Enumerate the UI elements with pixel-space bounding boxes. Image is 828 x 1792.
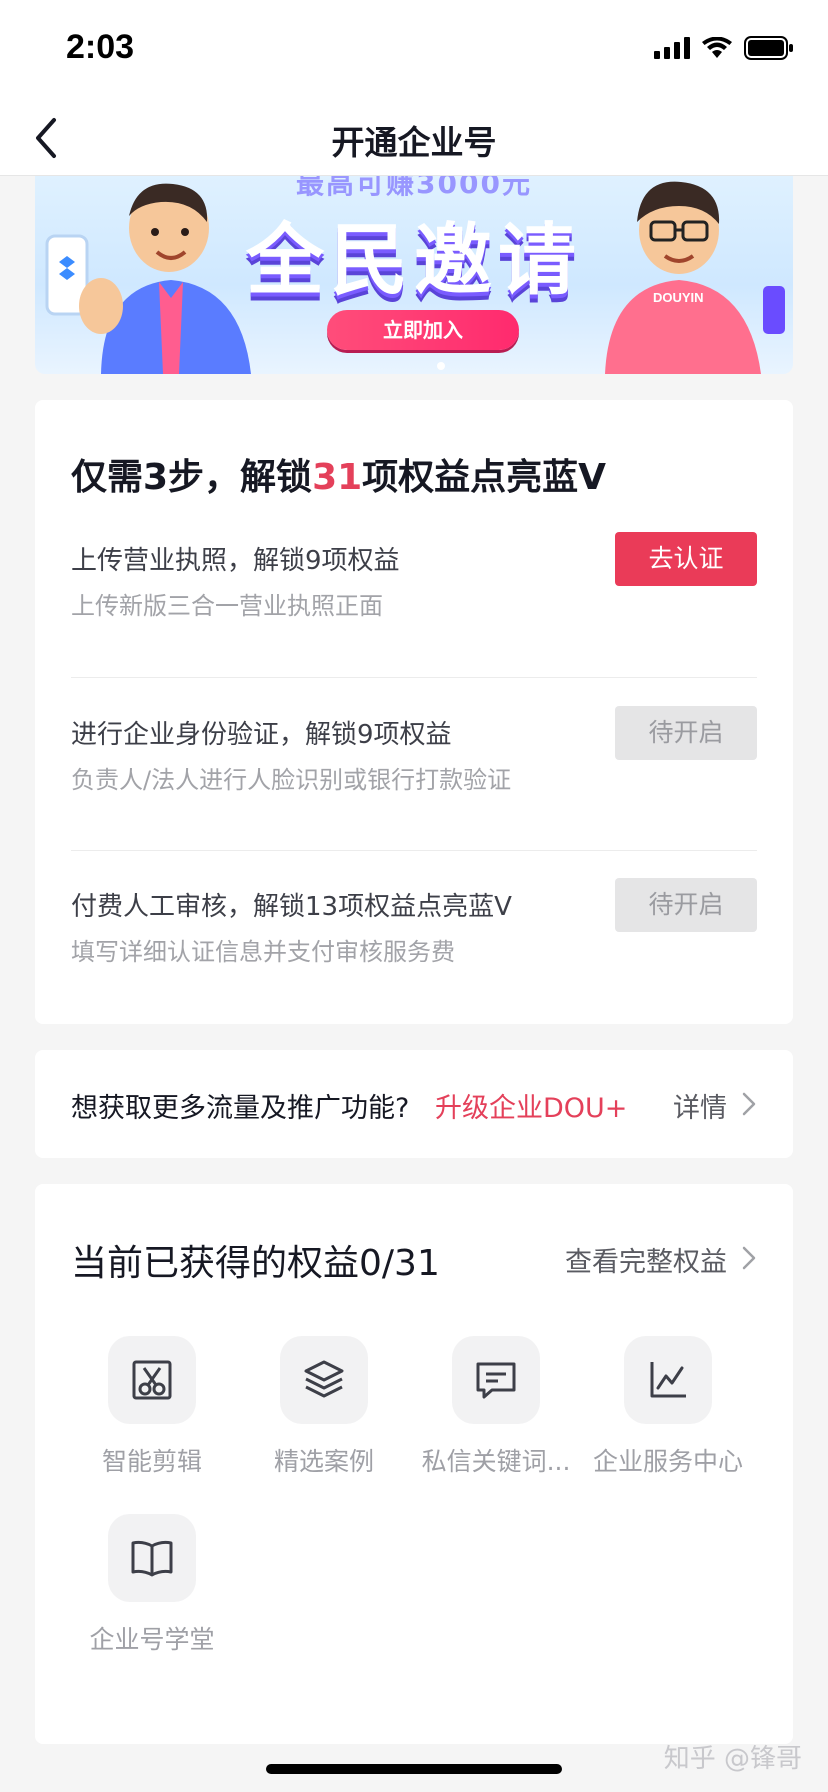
watermark: 知乎 @锋哥: [663, 1744, 802, 1774]
promo-text: 想获取更多流量及推广功能?: [71, 1093, 410, 1124]
promo-detail-link[interactable]: 详情: [673, 1086, 727, 1125]
carousel-dot: [437, 362, 445, 370]
steps-title: 仅需3步，解锁31项权益点亮蓝V: [71, 448, 606, 500]
divider: [71, 850, 757, 851]
step-sub-text: 负责人/法人进行人脸识别或银行打款验证: [71, 766, 512, 794]
banner-brand: DOUYIN: [653, 290, 704, 305]
steps-title-count: 31: [312, 457, 363, 498]
layers-icon: [304, 1360, 344, 1398]
benefits-card: 当前已获得的权益0/31 查看完整权益 智能剪辑 精选案例 私信关键词... 企…: [35, 1184, 793, 1744]
tile-icon-bg: [624, 1336, 712, 1424]
message-icon: [476, 1362, 516, 1399]
tile-icon-bg: [108, 1514, 196, 1602]
chevron-right-icon: [742, 1092, 756, 1116]
steps-title-prefix: 仅需3步，解锁: [71, 457, 313, 498]
nav-bar: 开通企业号: [0, 100, 828, 176]
status-time: 2:03: [66, 28, 135, 66]
battery-icon: [744, 36, 793, 60]
wifi-icon: [702, 37, 732, 58]
tile-label: 精选案例: [273, 1447, 374, 1476]
status-bar: 2:03: [0, 0, 828, 100]
step-sub-text: 填写详细认证信息并支付审核服务费: [71, 938, 455, 966]
chart-icon: [650, 1362, 686, 1398]
tile-label: 私信关键词...: [421, 1447, 571, 1476]
step-main-text: 上传营业执照，解锁9项权益: [71, 546, 400, 576]
benefits-title: 当前已获得的权益0/31: [71, 1243, 440, 1284]
tile-icon-bg: [108, 1336, 196, 1424]
benefit-academy[interactable]: 企业号学堂: [67, 1514, 237, 1656]
page-title: 开通企业号: [331, 123, 497, 162]
cellular-signal-icon: [654, 37, 690, 59]
step-paid-review: 付费人工审核，解锁13项权益点亮蓝V 填写详细认证信息并支付审核服务费 待开启: [71, 878, 757, 1006]
pending-button[interactable]: 待开启: [615, 706, 757, 760]
tile-icon-bg: [280, 1336, 368, 1424]
benefit-service-center[interactable]: 企业服务中心: [583, 1336, 753, 1478]
invite-banner[interactable]: 最高可赚3000元 全民邀请 立即加入 DOUYIN: [35, 176, 793, 374]
book-icon: [131, 1540, 173, 1577]
step-identity-verification: 进行企业身份验证，解锁9项权益 负责人/法人进行人脸识别或银行打款验证 待开启: [71, 706, 757, 834]
step-upload-license: 上传营业执照，解锁9项权益 上传新版三合一营业执照正面 去认证: [71, 532, 757, 660]
verification-steps-card: 仅需3步，解锁31项权益点亮蓝V 上传营业执照，解锁9项权益 上传新版三合一营业…: [35, 400, 793, 1024]
status-icons: [654, 36, 794, 60]
tile-label: 企业服务中心: [592, 1447, 743, 1476]
view-all-benefits-link[interactable]: 查看完整权益: [565, 1240, 727, 1279]
tile-label: 智能剪辑: [101, 1447, 202, 1476]
home-indicator[interactable]: [266, 1764, 562, 1774]
verify-button[interactable]: 去认证: [615, 532, 757, 586]
right-character-illustration: DOUYIN: [605, 181, 785, 374]
benefit-smart-editing[interactable]: 智能剪辑: [67, 1336, 237, 1478]
step-main-text: 进行企业身份验证，解锁9项权益: [71, 720, 452, 750]
divider: [71, 677, 757, 678]
pending-button[interactable]: 待开启: [615, 878, 757, 932]
benefit-featured-cases[interactable]: 精选案例: [239, 1336, 409, 1478]
tile-label: 企业号学堂: [89, 1625, 215, 1654]
benefit-dm-keywords[interactable]: 私信关键词...: [411, 1336, 581, 1478]
step-sub-text: 上传新版三合一营业执照正面: [71, 592, 383, 620]
upgrade-dou-plus-link[interactable]: 升级企业DOU+: [435, 1086, 627, 1125]
steps-title-suffix: 项权益点亮蓝V: [362, 457, 607, 498]
scissors-icon: [132, 1360, 172, 1400]
dou-plus-promo-row[interactable]: 想获取更多流量及推广功能? 升级企业DOU+ 详情: [35, 1050, 793, 1158]
join-now-button[interactable]: 立即加入: [327, 310, 519, 350]
chevron-right-icon: [742, 1246, 756, 1270]
tile-icon-bg: [452, 1336, 540, 1424]
step-main-text: 付费人工审核，解锁13项权益点亮蓝V: [71, 892, 512, 922]
